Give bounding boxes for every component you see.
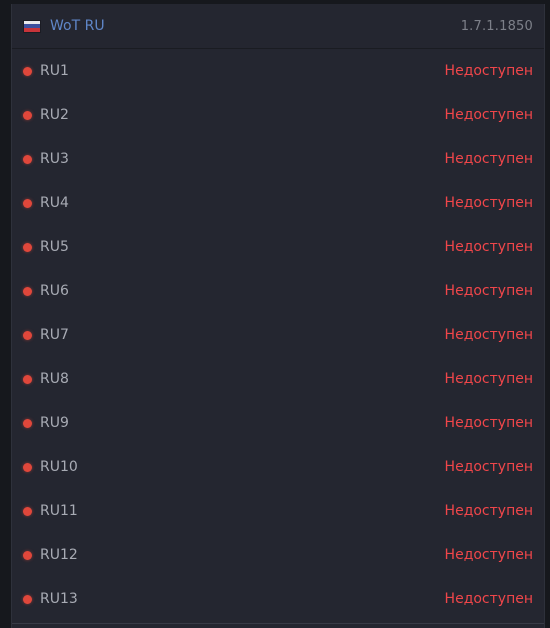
status-dot-icon bbox=[23, 242, 32, 252]
server-name: RU1 bbox=[40, 63, 69, 79]
server-name: RU12 bbox=[40, 547, 78, 563]
server-status: Недоступен bbox=[444, 239, 533, 255]
server-name: RU2 bbox=[40, 107, 69, 123]
game-version: 1.7.1.1850 bbox=[460, 18, 533, 34]
server-row[interactable]: RU12 Недоступен bbox=[12, 533, 544, 577]
server-row[interactable]: RU9 Недоступен bbox=[12, 401, 544, 445]
server-name: RU11 bbox=[40, 503, 78, 519]
server-name: RU7 bbox=[40, 327, 69, 343]
server-row[interactable]: RU4 Недоступен bbox=[12, 181, 544, 225]
server-status-panel: WoT RU 1.7.1.1850 RU1 Недоступен RU2 Нед… bbox=[11, 4, 545, 628]
status-dot-icon bbox=[23, 286, 32, 296]
status-dot-icon bbox=[23, 374, 32, 384]
server-row[interactable]: RU8 Недоступен bbox=[12, 357, 544, 401]
server-status: Недоступен bbox=[444, 327, 533, 343]
server-row[interactable]: RU6 Недоступен bbox=[12, 269, 544, 313]
server-status: Недоступен bbox=[444, 63, 533, 79]
server-status: Недоступен bbox=[444, 459, 533, 475]
server-name: RU5 bbox=[40, 239, 69, 255]
server-name: RU13 bbox=[40, 591, 78, 607]
status-dot-icon bbox=[23, 66, 32, 76]
status-dot-icon bbox=[23, 462, 32, 472]
server-row[interactable]: RU1 Недоступен bbox=[12, 49, 544, 93]
status-dot-icon bbox=[23, 550, 32, 560]
server-name: RU8 bbox=[40, 371, 69, 387]
server-row[interactable]: RU7 Недоступен bbox=[12, 313, 544, 357]
server-row[interactable]: RU10 Недоступен bbox=[12, 445, 544, 489]
server-row[interactable]: RU5 Недоступен bbox=[12, 225, 544, 269]
server-name: RU6 bbox=[40, 283, 69, 299]
server-list: RU1 Недоступен RU2 Недоступен RU3 Недост… bbox=[12, 49, 544, 621]
server-status: Недоступен bbox=[444, 107, 533, 123]
divider bbox=[12, 623, 544, 624]
server-row[interactable]: RU13 Недоступен bbox=[12, 577, 544, 621]
server-status: Недоступен bbox=[444, 547, 533, 563]
realm-header[interactable]: WoT RU 1.7.1.1850 bbox=[12, 4, 544, 49]
server-status: Недоступен bbox=[444, 415, 533, 431]
status-dot-icon bbox=[23, 418, 32, 428]
server-status: Недоступен bbox=[444, 503, 533, 519]
realm-title: WoT RU bbox=[50, 18, 105, 34]
status-dot-icon bbox=[23, 198, 32, 208]
status-dot-icon bbox=[23, 594, 32, 604]
server-name: RU4 bbox=[40, 195, 69, 211]
server-name: RU9 bbox=[40, 415, 69, 431]
server-status: Недоступен bbox=[444, 151, 533, 167]
status-dot-icon bbox=[23, 330, 32, 340]
server-row[interactable]: RU3 Недоступен bbox=[12, 137, 544, 181]
server-status: Недоступен bbox=[444, 195, 533, 211]
server-status: Недоступен bbox=[444, 371, 533, 387]
server-name: RU3 bbox=[40, 151, 69, 167]
status-dot-icon bbox=[23, 154, 32, 164]
server-row[interactable]: RU2 Недоступен bbox=[12, 93, 544, 137]
status-dot-icon bbox=[23, 506, 32, 516]
russia-flag-icon bbox=[24, 20, 40, 32]
server-name: RU10 bbox=[40, 459, 78, 475]
status-dot-icon bbox=[23, 110, 32, 120]
server-status: Недоступен bbox=[444, 591, 533, 607]
server-row[interactable]: RU11 Недоступен bbox=[12, 489, 544, 533]
server-status: Недоступен bbox=[444, 283, 533, 299]
